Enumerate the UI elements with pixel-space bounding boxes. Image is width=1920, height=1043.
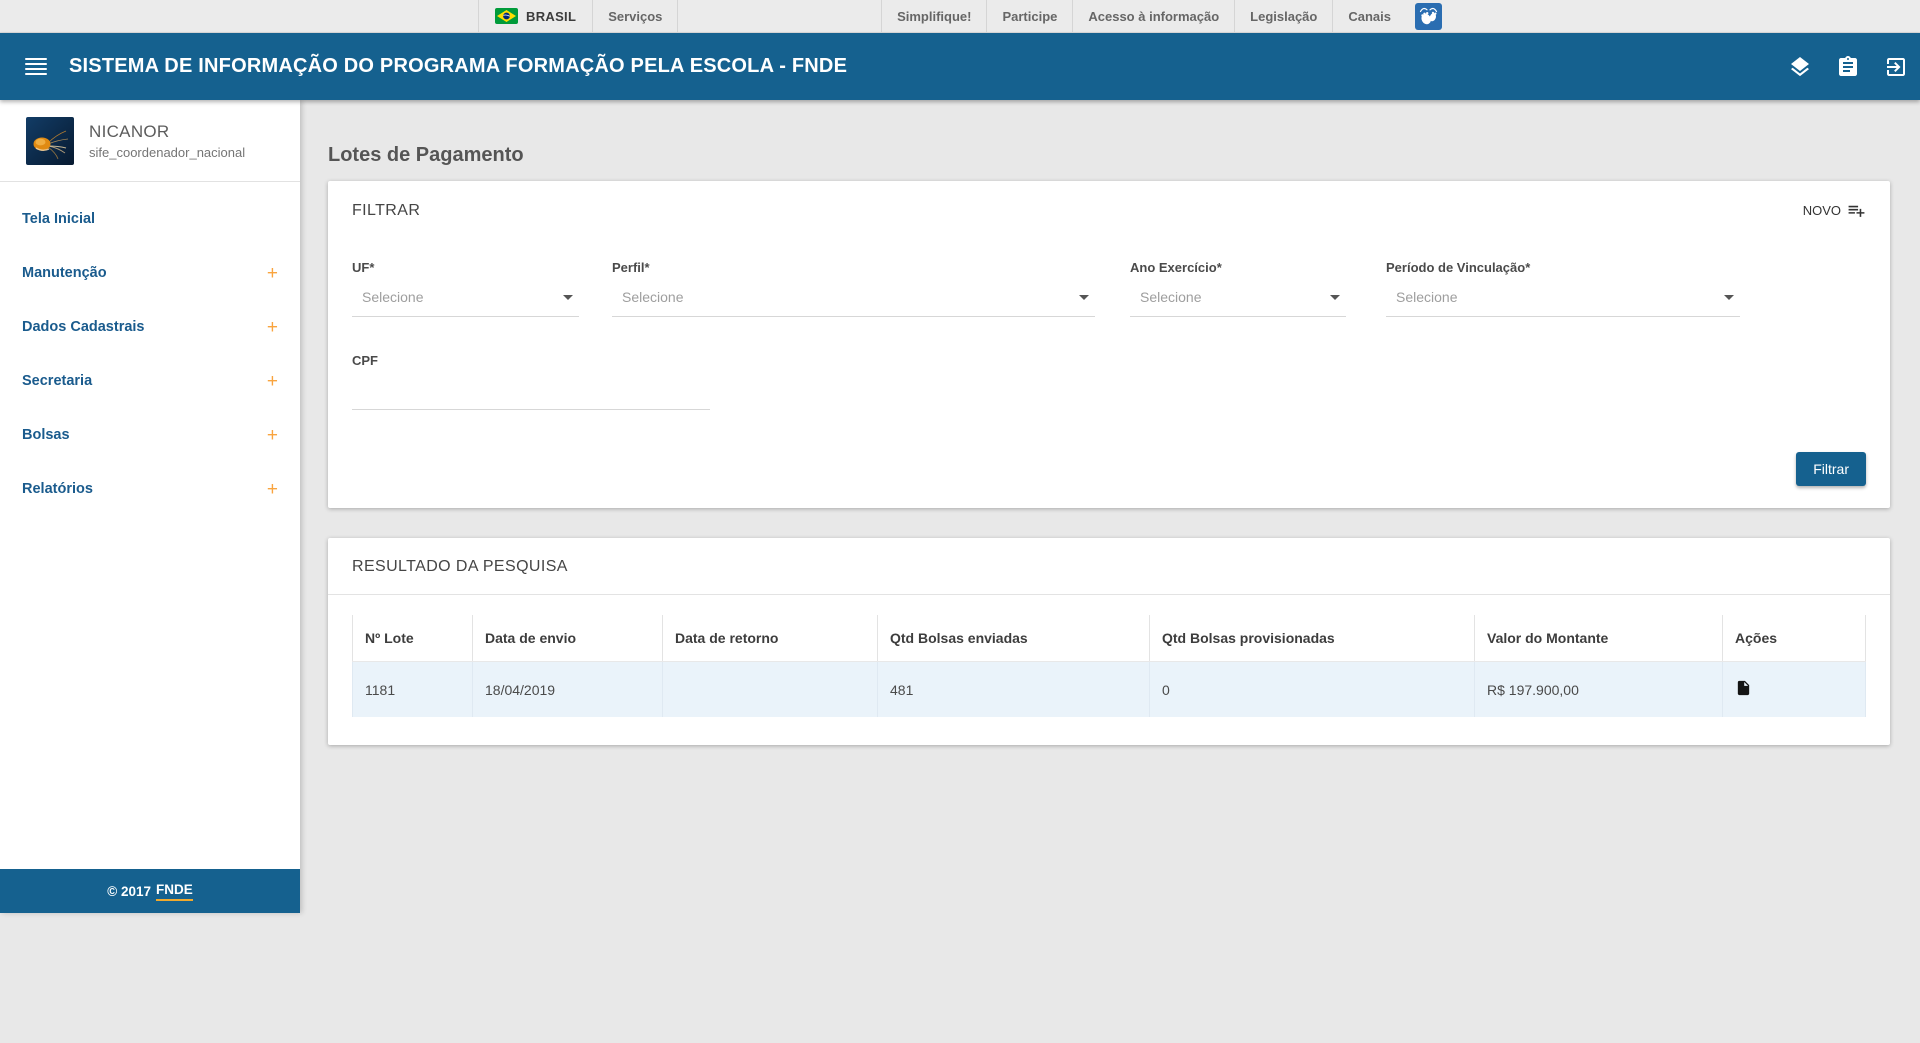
vlibras-accessibility-button[interactable] [1415,0,1442,32]
chevron-down-icon [563,295,573,300]
table-header-row: Nº Lote Data de envio Data de retorno Qt… [353,615,1866,662]
cell-lote: 1181 [353,662,473,718]
playlist-add-icon [1847,201,1866,220]
ano-exercicio-label: Ano Exercício* [1130,260,1346,275]
results-card-title: RESULTADO DA PESQUISA [352,558,1866,576]
col-qtd-provisionadas: Qtd Bolsas provisionadas [1150,615,1475,662]
chevron-down-icon [1330,295,1340,300]
cell-valor: R$ 197.900,00 [1475,662,1723,718]
gov-link-participe[interactable]: Participe [986,0,1072,32]
plus-icon: + [267,480,278,499]
gov-link-simplifique[interactable]: Simplifique! [881,0,986,32]
chevron-down-icon [1724,295,1734,300]
avatar [26,117,74,165]
brasil-label: BRASIL [526,9,576,24]
cell-qtd-provisionadas: 0 [1150,662,1475,718]
periodo-vinculacao-label: Período de Vinculação* [1386,260,1740,275]
document-action-button[interactable] [1735,678,1752,701]
col-qtd-enviadas: Qtd Bolsas enviadas [878,615,1150,662]
sidebar-item-dados-cadastrais[interactable]: Dados Cadastrais + [0,300,300,354]
main-content: Lotes de Pagamento FILTRAR NOVO UF* Sele… [300,100,1920,775]
copyright-text: © 2017 [107,884,151,899]
government-bar: BRASIL Serviços Simplifique! Participe A… [0,0,1920,33]
sidebar-item-bolsas[interactable]: Bolsas + [0,408,300,462]
app-title: SISTEMA DE INFORMAÇÃO DO PROGRAMA FORMAÇ… [69,55,847,78]
gov-link-canais[interactable]: Canais [1332,0,1406,32]
results-table: Nº Lote Data de envio Data de retorno Qt… [352,615,1866,717]
logout-icon[interactable] [1884,55,1908,79]
gov-link-servicos[interactable]: Serviços [593,0,678,32]
sidebar: NICANOR sife_coordenador_nacional Tela I… [0,100,300,913]
novo-button[interactable]: NOVO [1803,201,1866,220]
plus-icon: + [267,426,278,445]
menu-toggle-icon[interactable] [25,58,47,76]
sidebar-item-relatorios[interactable]: Relatórios + [0,462,300,516]
sidebar-menu: Tela Inicial Manutenção + Dados Cadastra… [0,182,300,516]
filtrar-button[interactable]: Filtrar [1796,452,1866,486]
cpf-label: CPF [352,353,710,368]
plus-icon: + [267,318,278,337]
file-icon [1735,678,1752,698]
sidebar-item-manutencao[interactable]: Manutenção + [0,246,300,300]
sidebar-item-tela-inicial[interactable]: Tela Inicial [0,192,300,246]
cell-qtd-enviadas: 481 [878,662,1150,718]
chevron-down-icon [1079,295,1089,300]
plus-icon: + [267,264,278,283]
col-valor-montante: Valor do Montante [1475,615,1723,662]
table-row: 1181 18/04/2019 481 0 R$ 197.900,00 [353,662,1866,718]
user-role: sife_coordenador_nacional [89,145,245,160]
plus-icon: + [267,372,278,391]
filter-card-title: FILTRAR [352,202,420,220]
fnde-link[interactable]: FNDE [156,882,193,901]
sidebar-footer: © 2017 FNDE [0,869,300,913]
user-name: NICANOR [89,122,245,142]
page-title: Lotes de Pagamento [328,144,1890,167]
layers-icon[interactable] [1788,55,1812,79]
app-header: SISTEMA DE INFORMAÇÃO DO PROGRAMA FORMAÇ… [0,33,1920,100]
col-acoes: Ações [1723,615,1866,662]
periodo-vinculacao-select[interactable]: Selecione [1386,283,1740,317]
cell-data-envio: 18/04/2019 [473,662,663,718]
user-block: NICANOR sife_coordenador_nacional [0,100,300,182]
sidebar-item-secretaria[interactable]: Secretaria + [0,354,300,408]
perfil-label: Perfil* [612,260,1095,275]
cell-data-retorno [663,662,878,718]
brazil-flag-icon [495,8,518,24]
brasil-gov-link[interactable]: BRASIL [478,0,593,32]
filter-card: FILTRAR NOVO UF* Selecione P [328,181,1890,508]
col-data-retorno: Data de retorno [663,615,878,662]
gov-link-legislacao[interactable]: Legislação [1234,0,1332,32]
clipboard-icon[interactable] [1836,55,1860,79]
uf-select[interactable]: Selecione [352,283,579,317]
results-card: RESULTADO DA PESQUISA Nº Lote Data de en… [328,538,1890,745]
col-data-envio: Data de envio [473,615,663,662]
cpf-input[interactable] [352,376,710,409]
col-n-lote: Nº Lote [353,615,473,662]
gov-link-acesso-informacao[interactable]: Acesso à informação [1072,0,1234,32]
perfil-select[interactable]: Selecione [612,283,1095,317]
vlibras-hands-icon [1415,3,1442,30]
ano-exercicio-select[interactable]: Selecione [1130,283,1346,317]
uf-label: UF* [352,260,579,275]
